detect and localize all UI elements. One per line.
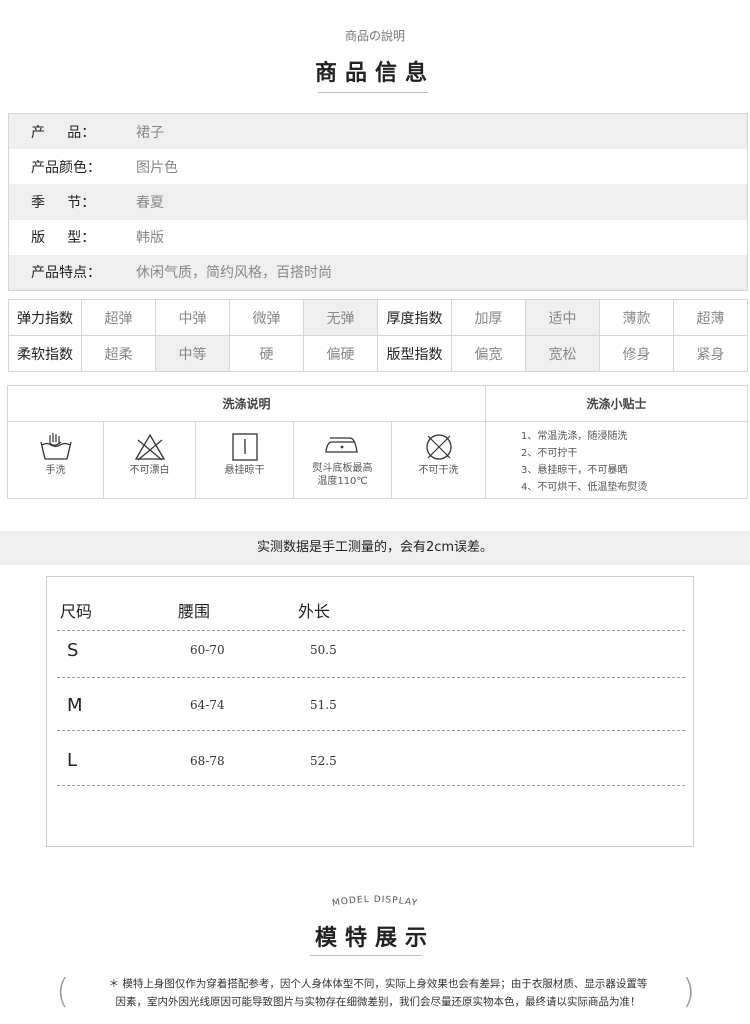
size-value: M — [67, 695, 83, 716]
index-row-2: 柔软指数 超柔 中等 硬 偏硬 版型指数 偏宽 宽松 修身 紧身 — [8, 335, 748, 372]
wash-caption: 不可干洗 — [418, 465, 459, 476]
softness-index-label: 柔软指数 — [8, 335, 82, 372]
product-section-title: 商品信息 — [314, 61, 435, 86]
thickness-option-selected: 适中 — [525, 299, 600, 336]
wash-tip: 4、不可烘干、低温垫布熨烫 — [521, 482, 648, 493]
thickness-option: 超薄 — [673, 299, 748, 336]
wash-item: 手洗 — [8, 422, 104, 498]
info-label: 季 节： — [31, 194, 96, 211]
softness-option: 超柔 — [81, 335, 156, 372]
wash-item: 不可干洗 — [392, 422, 486, 498]
thickness-option: 加厚 — [451, 299, 526, 336]
wash-tips-list: 1、常温洗涤，随浸随洗 2、不可拧干 3、悬挂晾干，不可暴晒 4、不可烘干、低温… — [521, 428, 647, 496]
fit-option: 偏宽 — [451, 335, 526, 372]
dashed-divider — [57, 630, 685, 631]
info-label: 产品特点： — [31, 265, 101, 282]
wash-tip: 1、常温洗涤，随浸随洗 — [521, 431, 628, 442]
info-value: 图片色 — [136, 159, 178, 176]
info-row-product: 产 品： 裙子 — [9, 114, 747, 150]
info-value: 裙子 — [136, 124, 164, 141]
thickness-option: 薄款 — [599, 299, 674, 336]
fit-index-label: 版型指数 — [377, 335, 452, 372]
length-value: 51.5 — [310, 698, 337, 712]
waist-header: 腰围 — [178, 602, 211, 621]
index-table: 弹力指数 超弹 中弹 微弹 无弹 厚度指数 加厚 适中 薄款 超薄 柔软指数 超… — [8, 299, 748, 372]
size-table-box — [46, 576, 694, 847]
wash-item: 熨斗底板最高 温度110℃ — [294, 422, 392, 498]
info-label: 产 品： — [31, 124, 96, 141]
info-row-fit: 版 型： 韩版 — [9, 220, 747, 255]
model-section-subtitle-arc: MODEL DISPLAY — [331, 895, 418, 909]
waist-value: 64-74 — [190, 698, 225, 712]
size-value: L — [67, 750, 78, 771]
length-value: 52.5 — [310, 754, 337, 768]
thickness-index-label: 厚度指数 — [377, 299, 452, 336]
info-value: 韩版 — [136, 230, 164, 247]
product-info-table: 产 品： 裙子 产品颜色： 图片色 季 节： 春夏 版 型： 韩版 产品特点： … — [8, 113, 748, 291]
elastic-option: 中弹 — [155, 299, 230, 336]
elastic-option: 超弹 — [81, 299, 156, 336]
dashed-divider — [57, 677, 685, 678]
product-section-subtitle: 商品の說明 — [344, 29, 405, 43]
info-label: 版 型： — [31, 230, 96, 247]
wash-tips-title: 洗涤小贴士 — [486, 386, 747, 422]
model-disclaimer: ＊ 模特上身图仅作为穿着搭配参考，因个人身体体型不同，实际上身效果也会有差异；由… — [78, 975, 678, 1011]
title-underline — [318, 92, 428, 93]
hang-dry-icon — [231, 433, 258, 461]
fit-option: 修身 — [599, 335, 674, 372]
elastic-option-selected: 无弹 — [303, 299, 378, 336]
info-value: 春夏 — [136, 194, 164, 211]
hand-wash-icon — [39, 433, 72, 460]
waist-value: 60-70 — [190, 643, 225, 657]
no-dry-clean-icon — [425, 434, 452, 460]
svg-text:MODEL DISPLAY: MODEL DISPLAY — [331, 895, 418, 909]
wash-caption-line2: 温度110℃ — [317, 476, 368, 487]
info-label: 产品颜色： — [31, 159, 101, 176]
size-header: 尺码 — [60, 602, 93, 621]
title-underline — [310, 955, 422, 956]
wash-item: 悬挂晾干 — [196, 422, 294, 498]
elastic-option: 微弹 — [229, 299, 304, 336]
no-bleach-icon — [134, 433, 165, 461]
wash-caption: 手洗 — [45, 465, 66, 476]
wash-caption: 悬挂晾干 — [224, 465, 265, 476]
length-value: 50.5 — [310, 643, 337, 657]
disclaimer-line: 因素，室内外因光线原因可能导致图片与实物存在细微差别，我们会尽量还原实物本色，最… — [115, 996, 641, 1008]
wash-panel: 洗涤说明 洗涤小贴士 手洗 不可漂白 悬挂晾干 熨斗底板最高 温度110℃ 不可… — [7, 385, 748, 499]
softness-option: 偏硬 — [303, 335, 378, 372]
fit-option-selected: 宽松 — [525, 335, 600, 372]
wash-tip: 3、悬挂晾干，不可暴晒 — [521, 465, 628, 476]
info-value: 休闲气质，简约风格，百搭时尚 — [136, 265, 332, 282]
wash-tip: 2、不可拧干 — [521, 448, 578, 459]
elastic-index-label: 弹力指数 — [8, 299, 82, 336]
measurement-notice: 实测数据是手工测量的，会有2cm误差。 — [0, 531, 750, 565]
softness-option-selected: 中等 — [155, 335, 230, 372]
info-row-color: 产品颜色： 图片色 — [9, 149, 747, 184]
softness-option: 硬 — [229, 335, 304, 372]
dashed-divider — [57, 785, 685, 786]
wash-caption: 不可漂白 — [129, 465, 170, 476]
model-section-subtitle: MODEL DISPLAY — [331, 895, 417, 909]
iron-icon — [324, 437, 358, 453]
dashed-divider — [57, 730, 685, 731]
bracket-left: ( — [56, 972, 70, 1012]
bracket-right: ) — [682, 972, 696, 1012]
wash-item: 不可漂白 — [104, 422, 196, 498]
disclaimer-line: ＊ 模特上身图仅作为穿着搭配参考，因个人身体体型不同，实际上身效果也会有差异；由… — [108, 978, 648, 990]
wash-title: 洗涤说明 — [8, 386, 486, 422]
info-row-season: 季 节： 春夏 — [9, 184, 747, 220]
size-value: S — [67, 640, 79, 661]
index-row-1: 弹力指数 超弹 中弹 微弹 无弹 厚度指数 加厚 适中 薄款 超薄 — [8, 299, 748, 336]
wash-caption: 熨斗底板最高 — [312, 463, 373, 474]
model-section-title: 模特展示 — [314, 926, 435, 951]
fit-option: 紧身 — [673, 335, 748, 372]
length-header: 外长 — [298, 602, 331, 621]
waist-value: 68-78 — [190, 754, 225, 768]
info-row-features: 产品特点： 休闲气质，简约风格，百搭时尚 — [9, 254, 747, 290]
